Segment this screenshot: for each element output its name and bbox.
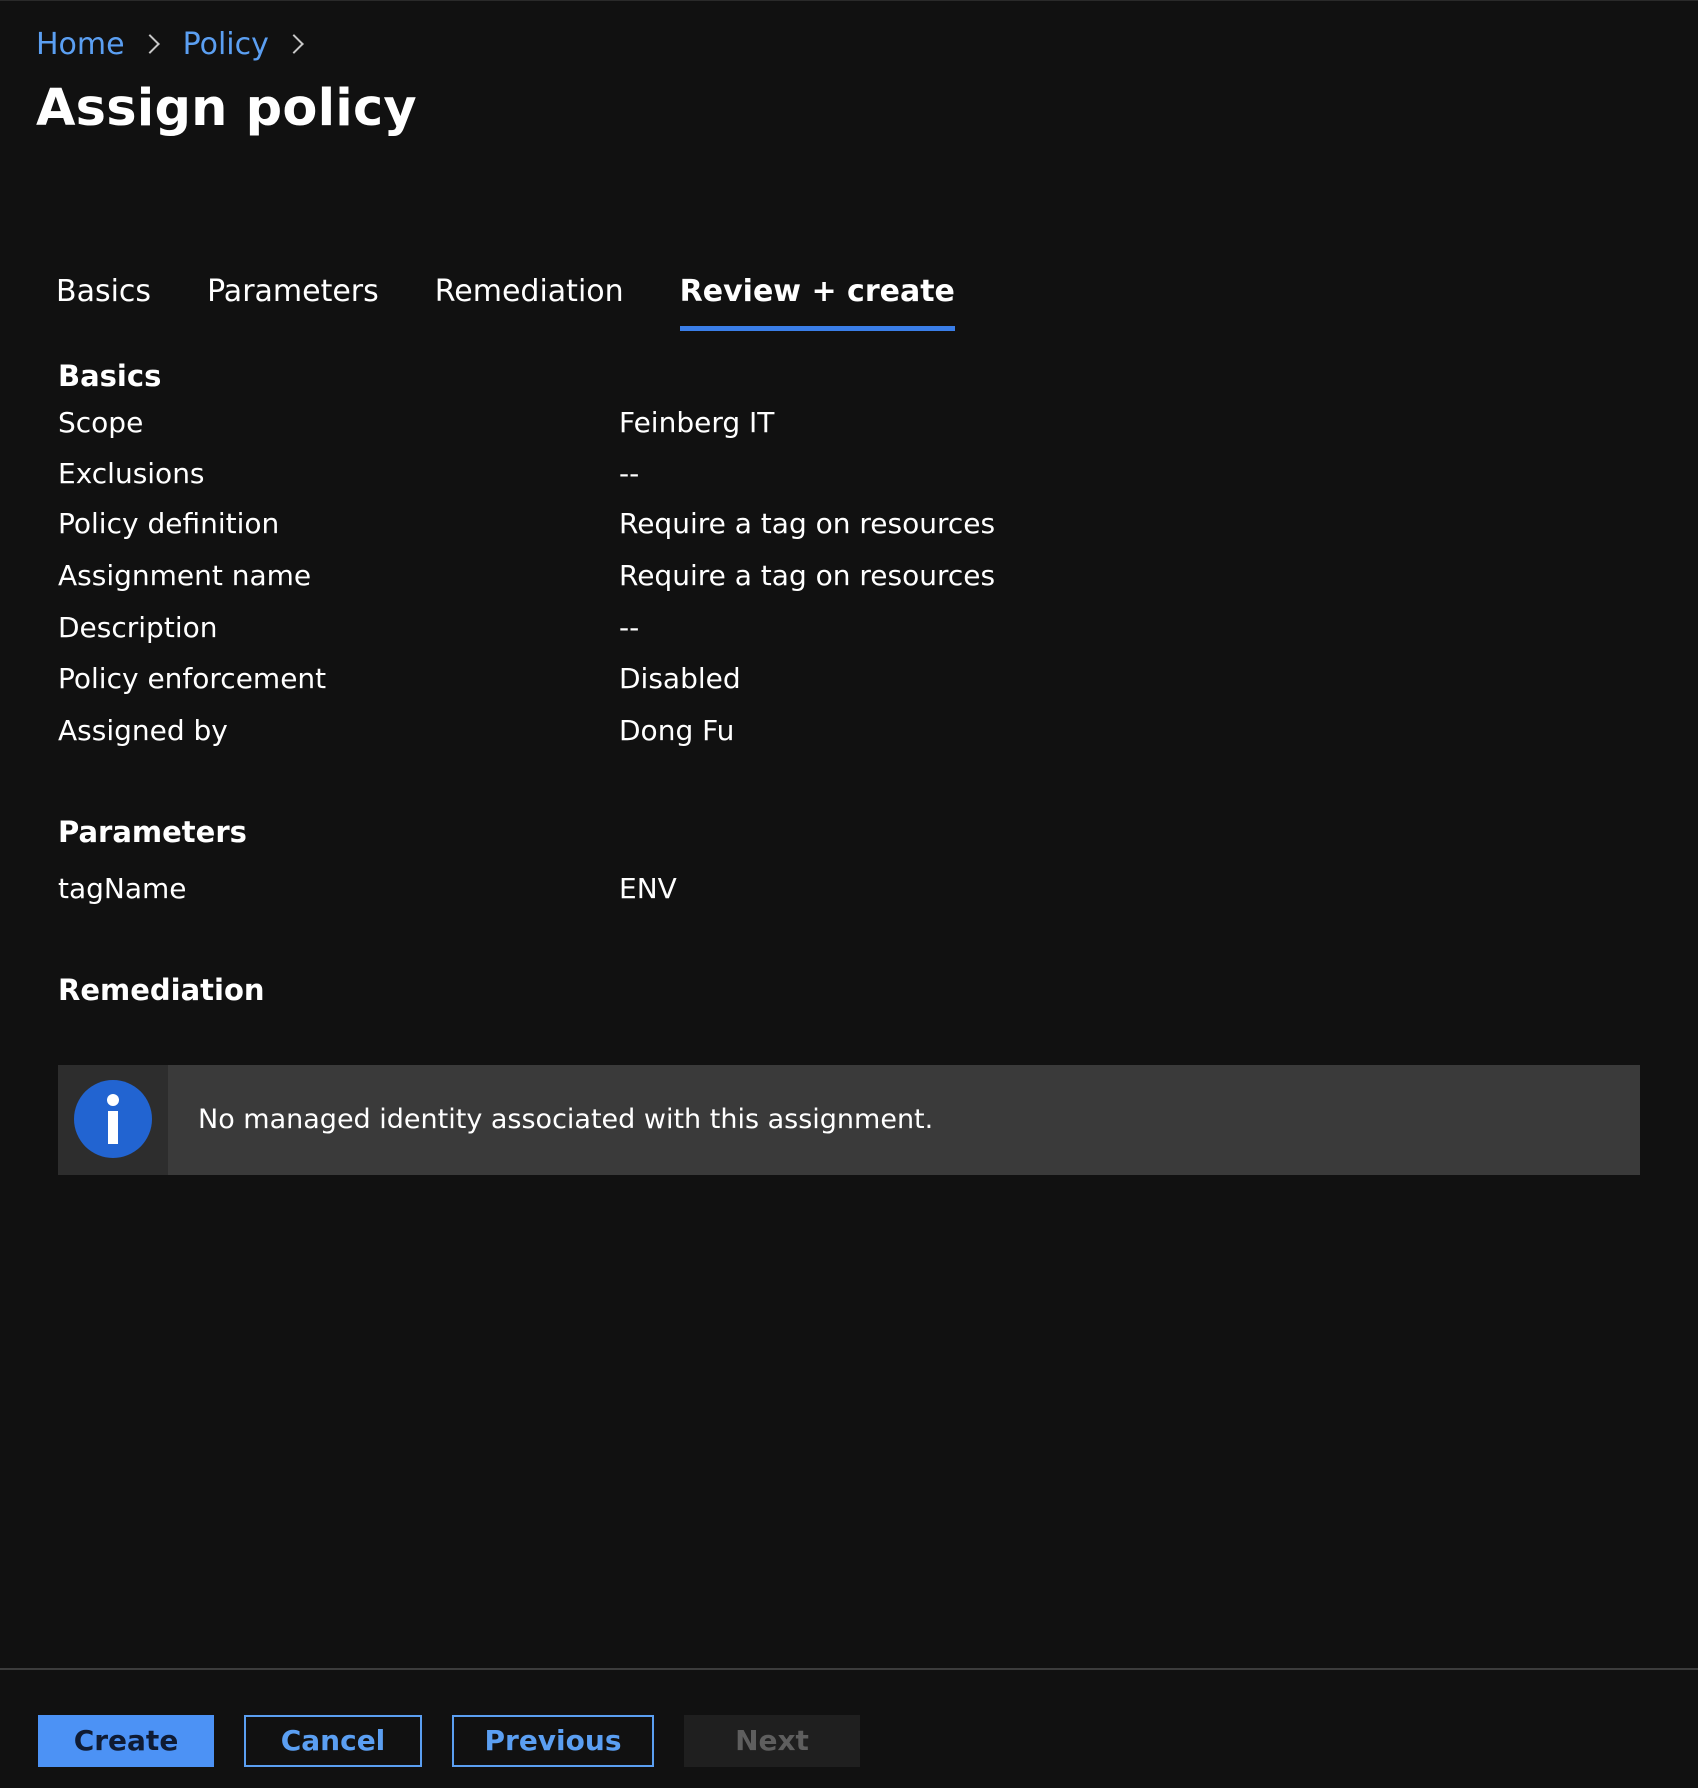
review-label: Scope bbox=[58, 406, 144, 439]
info-icon bbox=[74, 1080, 152, 1158]
review-value: ENV bbox=[619, 872, 677, 905]
next-button[interactable]: Next bbox=[684, 1715, 860, 1767]
review-row-exclusions: Exclusions -- bbox=[58, 454, 1458, 494]
review-label: Policy definition bbox=[58, 507, 280, 540]
tab-review-create[interactable]: Review + create bbox=[679, 265, 956, 331]
tab-parameters[interactable]: Parameters bbox=[207, 265, 379, 331]
remediation-section-title: Remediation bbox=[58, 973, 265, 1007]
previous-button[interactable]: Previous bbox=[452, 1715, 654, 1767]
review-value: Feinberg IT bbox=[619, 406, 775, 439]
wizard-tabs: Basics Parameters Remediation Review + c… bbox=[56, 265, 1011, 331]
footer-divider bbox=[0, 1668, 1698, 1670]
tab-basics[interactable]: Basics bbox=[56, 265, 151, 331]
breadcrumb-policy-link[interactable]: Policy bbox=[183, 27, 269, 62]
chevron-right-icon bbox=[283, 34, 304, 54]
review-value: -- bbox=[619, 611, 640, 644]
review-row-tagname: tagName ENV bbox=[58, 869, 1458, 909]
breadcrumb: Home Policy bbox=[36, 23, 327, 65]
review-row-policy-enforcement: Policy enforcement Disabled bbox=[58, 659, 1458, 699]
basics-section-title: Basics bbox=[58, 359, 162, 393]
breadcrumb-home-link[interactable]: Home bbox=[36, 27, 125, 62]
review-label: Assigned by bbox=[58, 714, 228, 747]
review-value: Require a tag on resources bbox=[619, 559, 996, 592]
review-value: Dong Fu bbox=[619, 714, 735, 747]
review-label: Assignment name bbox=[58, 559, 312, 592]
review-value: Disabled bbox=[619, 662, 741, 695]
assign-policy-page: Home Policy Assign policy Basics Paramet… bbox=[0, 0, 1698, 1788]
page-title: Assign policy bbox=[36, 79, 417, 138]
review-row-assignment-name: Assignment name Require a tag on resourc… bbox=[58, 556, 1458, 596]
info-icon-cell bbox=[58, 1065, 168, 1175]
cancel-button[interactable]: Cancel bbox=[244, 1715, 422, 1767]
review-row-scope: Scope Feinberg IT bbox=[58, 403, 1458, 443]
create-button[interactable]: Create bbox=[38, 1715, 214, 1767]
review-label: Policy enforcement bbox=[58, 662, 327, 695]
chevron-right-icon bbox=[139, 34, 160, 54]
info-message: No managed identity associated with this… bbox=[198, 1104, 934, 1135]
parameters-section-title: Parameters bbox=[58, 815, 247, 849]
review-row-description: Description -- bbox=[58, 608, 1458, 648]
review-value: Require a tag on resources bbox=[619, 507, 996, 540]
review-row-policy-definition: Policy definition Require a tag on resou… bbox=[58, 504, 1458, 544]
review-label: tagName bbox=[58, 872, 187, 905]
review-row-assigned-by: Assigned by Dong Fu bbox=[58, 711, 1458, 751]
review-value: -- bbox=[619, 457, 640, 490]
review-label: Exclusions bbox=[58, 457, 205, 490]
tab-remediation[interactable]: Remediation bbox=[435, 265, 624, 331]
review-label: Description bbox=[58, 611, 218, 644]
info-banner: No managed identity associated with this… bbox=[58, 1065, 1640, 1175]
